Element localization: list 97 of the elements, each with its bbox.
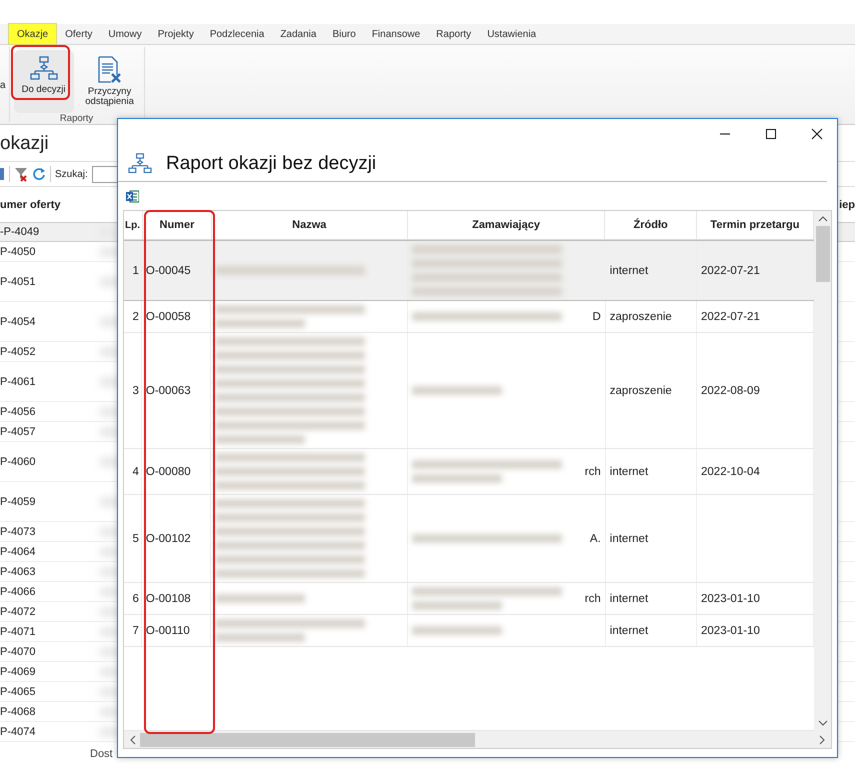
table-cell: O-00108 [146,592,191,604]
menu-tab[interactable]: Raporty [428,24,480,44]
table-cell-text: P-4072 [0,606,36,618]
table-cell: 2022-07-21 [701,264,760,276]
menu-tab[interactable]: Zadania [272,24,324,44]
menu-tab[interactable]: Podzlecenia [202,24,272,44]
scrollbar-thumb[interactable] [816,226,830,282]
table-cell: zaproszenie [610,384,672,396]
table-cell: rch [584,466,601,478]
menu-tab[interactable]: Projekty [150,24,202,44]
table-cell: O-00110 [146,624,190,636]
column-header: umer oferty [0,198,61,210]
table-cell-text: P-4056 [0,406,36,418]
table-cell: 4 [132,466,139,478]
table-cell: rch [584,592,601,604]
table-cell-text: P-4074 [0,726,36,738]
table-cell: 2022-07-21 [701,310,760,322]
table-cell-text: -P-4049 [0,226,40,238]
table-cell: 2022-08-09 [701,384,760,396]
spreadsheet-export-icon[interactable] [126,190,139,202]
table-cell-text: P-4061 [0,376,36,388]
flowchart-icon [30,56,58,82]
table-cell-text: P-4060 [0,456,36,468]
table-cell: O-00063 [146,384,191,396]
table-cell: D [592,310,601,322]
flowchart-icon [128,153,152,175]
table-cell-text: P-4050 [0,246,36,258]
table-cell: internet [610,624,648,636]
table-cell-text: P-4052 [0,346,36,358]
vertical-scrollbar[interactable] [814,211,831,731]
toolbar-icon[interactable] [0,166,5,182]
table-cell-text: P-4071 [0,626,36,638]
scroll-right-icon[interactable] [818,734,826,744]
table-cell: A. [590,532,601,544]
menu-tab[interactable]: Okazje [8,23,58,45]
maximize-icon[interactable] [765,128,777,140]
table-cell: internet [610,264,648,276]
table-cell-text: P-4066 [0,586,36,598]
table-cell: 2 [132,310,139,322]
table-cell-text: P-4073 [0,526,36,538]
window-title: Raport okazji bez decyzji [166,153,376,175]
column-header[interactable]: Lp. [125,220,140,230]
table-cell-text: P-4068 [0,706,36,718]
table-cell: internet [610,592,648,604]
table-cell: internet [610,532,648,544]
column-header[interactable]: Nazwa [292,219,326,231]
document-delete-icon [96,56,123,84]
horizontal-scrollbar[interactable] [123,731,832,749]
menu-tab[interactable]: Finansowe [364,24,428,44]
table-cell-text: P-4057 [0,426,36,438]
menu-tab[interactable]: Umowy [100,24,150,44]
table-cell-text: P-4069 [0,666,36,678]
close-icon[interactable] [811,128,823,140]
table-cell: O-00058 [146,310,191,322]
scrollbar-thumb[interactable] [140,732,475,746]
table-cell-text: P-4063 [0,566,36,578]
table-cell: O-00102 [146,532,191,544]
column-header[interactable]: Numer [160,219,194,231]
table-cell: 5 [132,532,139,544]
table-cell: zaproszenie [610,310,672,322]
search-label: Szukaj: [55,168,88,180]
search-field[interactable] [92,166,120,182]
view-title: okazji [0,132,49,156]
column-header: iep [839,198,855,210]
menu-tab[interactable]: Ustawienia [479,24,544,44]
refresh-icon[interactable] [32,167,46,181]
table-cell: O-00080 [146,466,191,478]
column-header[interactable]: Termin przetargu [710,219,800,231]
table-cell-text: P-4054 [0,316,36,328]
table-cell: Dost [90,748,113,760]
column-header[interactable]: Źródło [634,219,668,231]
table-cell: 3 [132,384,139,396]
table-cell: 2023-01-10 [701,592,760,604]
menu-tab[interactable]: Biuro [324,24,364,44]
scroll-left-icon[interactable] [129,734,137,744]
table-cell: internet [610,466,648,478]
table-cell: 1 [132,264,139,276]
table-cell-text: P-4065 [0,686,36,698]
filter-clear-icon[interactable] [14,166,28,182]
highlight-frame [11,45,70,100]
table-cell: 2022-10-04 [701,466,760,478]
ribbon-button[interactable]: Do decyzji [14,50,74,113]
table-cell-text: P-4064 [0,546,36,558]
scroll-down-icon[interactable] [818,719,828,727]
menu-tab[interactable]: Oferty [57,24,100,44]
ribbon-button[interactable]: Przyczyny odstąpienia [80,50,140,113]
table-cell-text: P-4051 [0,276,36,288]
ribbon-group-label: Raporty [60,112,94,126]
table-cell: O-00045 [146,264,191,276]
table-cell: 2023-01-10 [701,624,760,636]
table-cell: 6 [132,592,139,604]
ribbon-button-label[interactable]: a [0,80,9,91]
scroll-up-icon[interactable] [818,215,828,223]
column-header[interactable]: Zamawiający [472,219,540,231]
table-cell: 7 [132,624,139,636]
table-cell-text: P-4059 [0,496,36,508]
table-cell-text: P-4070 [0,646,36,658]
